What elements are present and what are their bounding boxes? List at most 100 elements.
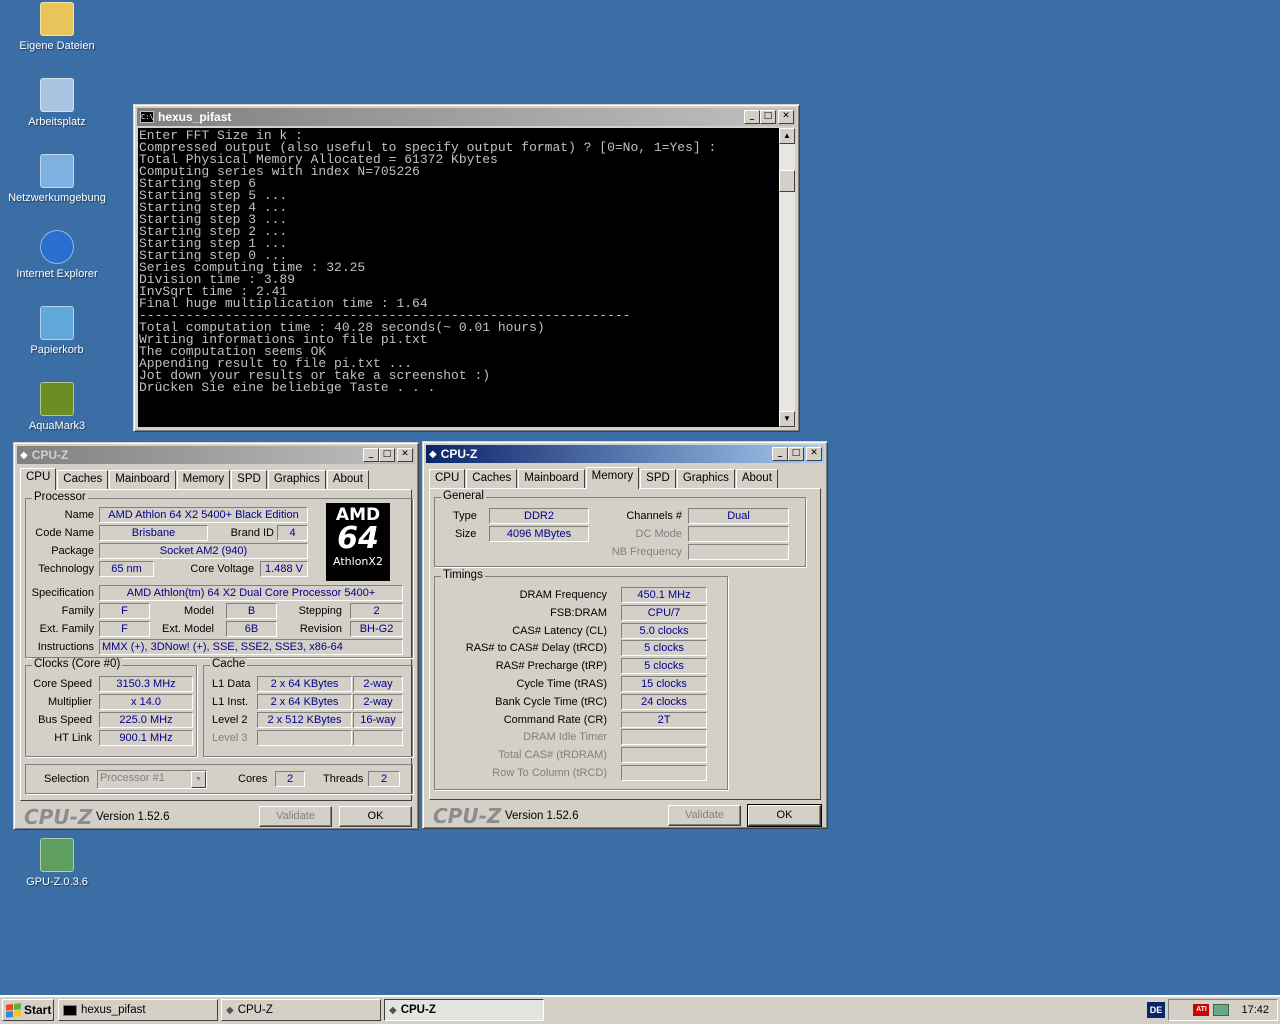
l1-data-label: L1 Data — [212, 678, 251, 690]
minimize-button[interactable]: _ — [772, 447, 788, 461]
selection-label: Selection — [44, 773, 90, 785]
specification-label: Specification — [31, 587, 94, 599]
desktop-icon-internet-explorer[interactable]: Internet Explorer — [2, 230, 112, 280]
taskbar-button-1[interactable]: hexus_pifast — [58, 999, 218, 1021]
maximize-button[interactable]: □ — [379, 448, 395, 462]
start-button[interactable]: Start — [2, 999, 54, 1021]
l1-inst-value: 2 x 64 KBytes — [257, 694, 352, 710]
general-group: General Type DDR2 Size 4096 MBytes Chann… — [434, 490, 806, 567]
timing-label: Cycle Time (tRAS) — [516, 678, 607, 690]
ok-button[interactable]: OK — [339, 806, 412, 827]
maximize-button[interactable]: □ — [788, 447, 804, 461]
ati-tray-icon[interactable]: ATI — [1193, 1004, 1210, 1016]
amd-athlon-logo: AMD 64 AthlonX2 — [326, 503, 390, 581]
windows-logo-icon — [6, 1002, 21, 1018]
family-label: Family — [61, 605, 94, 617]
clocks-group: Clocks (Core #0) Core Speed 3150.3 MHz M… — [25, 658, 197, 757]
scroll-up-icon[interactable]: ▲ — [779, 128, 795, 144]
processor-select[interactable]: Processor #1 ▼ — [97, 770, 207, 789]
taskbar-button-label: hexus_pifast — [81, 1004, 146, 1016]
network-icon — [40, 154, 74, 188]
tab-cpu[interactable]: CPU — [429, 469, 466, 488]
desktop-icon-label: Netzwerkumgebung — [8, 192, 106, 204]
type-value: DDR2 — [489, 508, 589, 524]
tab-graphics[interactable]: Graphics — [267, 470, 326, 489]
desktop-icon-network[interactable]: Netzwerkumgebung — [2, 154, 112, 204]
tab-caches[interactable]: Caches — [466, 469, 518, 488]
taskbar-button-2[interactable]: ◆ CPU-Z — [221, 999, 381, 1021]
ext-family-value: F — [99, 621, 150, 637]
start-label: Start — [24, 1003, 52, 1017]
type-label: Type — [453, 510, 477, 522]
tab-memory[interactable]: Memory — [585, 467, 640, 489]
language-indicator[interactable]: DE — [1147, 1002, 1165, 1018]
name-label: Name — [64, 509, 94, 521]
timing-label: Command Rate (CR) — [503, 713, 607, 726]
console-titlebar[interactable]: C:\ hexus_pifast _ □ ✕ — [137, 108, 796, 126]
scroll-thumb[interactable] — [779, 170, 795, 192]
console-scrollbar[interactable]: ▲ ▼ — [779, 128, 795, 427]
timing-value: 15 clocks — [621, 676, 707, 692]
desktop-icon-my-computer[interactable]: Arbeitsplatz — [2, 78, 112, 128]
timing-label: CAS# Latency (CL) — [512, 624, 607, 637]
memory-panel: General Type DDR2 Size 4096 MBytes Chann… — [429, 488, 821, 800]
close-button[interactable]: ✕ — [778, 110, 794, 124]
tab-mainboard[interactable]: Mainboard — [518, 469, 585, 488]
level3-way — [353, 730, 403, 746]
minimize-button[interactable]: _ — [744, 110, 760, 124]
timing-label: FSB:DRAM — [550, 606, 607, 619]
channels-value: Dual — [688, 508, 789, 524]
tab-mainboard[interactable]: Mainboard — [109, 470, 176, 489]
cpuz-icon: ◆ — [389, 1004, 397, 1016]
validate-button[interactable]: Validate — [259, 806, 332, 827]
timing-value: 2T — [621, 711, 707, 728]
instructions-label: Instructions — [37, 641, 94, 653]
console-title: hexus_pifast — [158, 110, 232, 124]
technology-label: Technology — [38, 563, 94, 575]
network-tray-icon[interactable] — [1213, 1004, 1230, 1016]
cpuz-brand: CPU-Z — [433, 804, 502, 828]
ext-model-value: 6B — [226, 621, 277, 637]
tab-caches[interactable]: Caches — [57, 470, 109, 489]
tab-about[interactable]: About — [735, 469, 778, 488]
close-button[interactable]: ✕ — [397, 448, 413, 462]
version-label: Version 1.52.6 — [96, 811, 170, 823]
scroll-down-icon[interactable]: ▼ — [779, 411, 795, 427]
brand-id-value: 4 — [277, 525, 308, 541]
timing-value: 24 clocks — [621, 693, 707, 710]
cores-label: Cores — [238, 773, 268, 785]
desktop-icon-recycle-bin[interactable]: Papierkorb — [2, 306, 112, 356]
tab-spd[interactable]: SPD — [640, 469, 676, 488]
timing-label: Row To Column (tRCD) — [492, 767, 607, 779]
console-output[interactable]: Enter FFT Size in k : Compressed output (… — [138, 128, 779, 427]
level2-value: 2 x 512 KBytes — [257, 712, 352, 728]
tab-spd[interactable]: SPD — [231, 470, 267, 489]
ok-button[interactable]: OK — [747, 804, 822, 827]
processor-group: Processor Name AMD Athlon 64 X2 5400+ Bl… — [25, 491, 413, 658]
ht-link-label: HT Link — [54, 732, 92, 744]
cpuz-icon: ◆ — [429, 448, 437, 460]
tab-memory[interactable]: Memory — [176, 470, 231, 489]
my-computer-icon — [40, 78, 74, 112]
console-window[interactable]: C:\ hexus_pifast _ □ ✕ Enter FFT Size in… — [133, 104, 800, 432]
tab-graphics[interactable]: Graphics — [676, 469, 735, 488]
cpuz-memory-titlebar[interactable]: ◆ CPU-Z _ □ ✕ — [426, 445, 824, 463]
cpuz-cpu-window[interactable]: ◆ CPU-Z _ □ ✕ CPU Caches Mainboard Memory SP… — [13, 442, 419, 830]
cpuz-cpu-titlebar[interactable]: ◆ CPU-Z _ □ ✕ — [17, 446, 415, 464]
tab-cpu[interactable]: CPU — [20, 468, 57, 490]
chevron-down-icon: ▼ — [191, 771, 206, 788]
close-button[interactable]: ✕ — [806, 447, 822, 461]
revision-value: BH-G2 — [350, 621, 403, 637]
minimize-button[interactable]: _ — [363, 448, 379, 462]
tab-about[interactable]: About — [326, 470, 369, 489]
desktop-icon-gpu-z[interactable]: GPU-Z.0.3.6 — [2, 838, 112, 888]
validate-button[interactable]: Validate — [668, 805, 741, 826]
cpuz-memory-window[interactable]: ◆ CPU-Z _ □ ✕ CPU Caches Mainboard Memory SP… — [422, 441, 828, 829]
model-value: B — [226, 603, 277, 619]
desktop-icon-folder-documents[interactable]: Eigene Dateien — [2, 2, 112, 52]
maximize-button[interactable]: □ — [760, 110, 776, 124]
taskbar: Start hexus_pifast ◆ CPU-Z ◆ CPU-Z DE ATI 17… — [0, 995, 1280, 1024]
nb-frequency-value — [688, 544, 789, 560]
taskbar-button-3[interactable]: ◆ CPU-Z — [384, 999, 544, 1021]
desktop-icon-aquamark[interactable]: AquaMark3 — [2, 382, 112, 432]
